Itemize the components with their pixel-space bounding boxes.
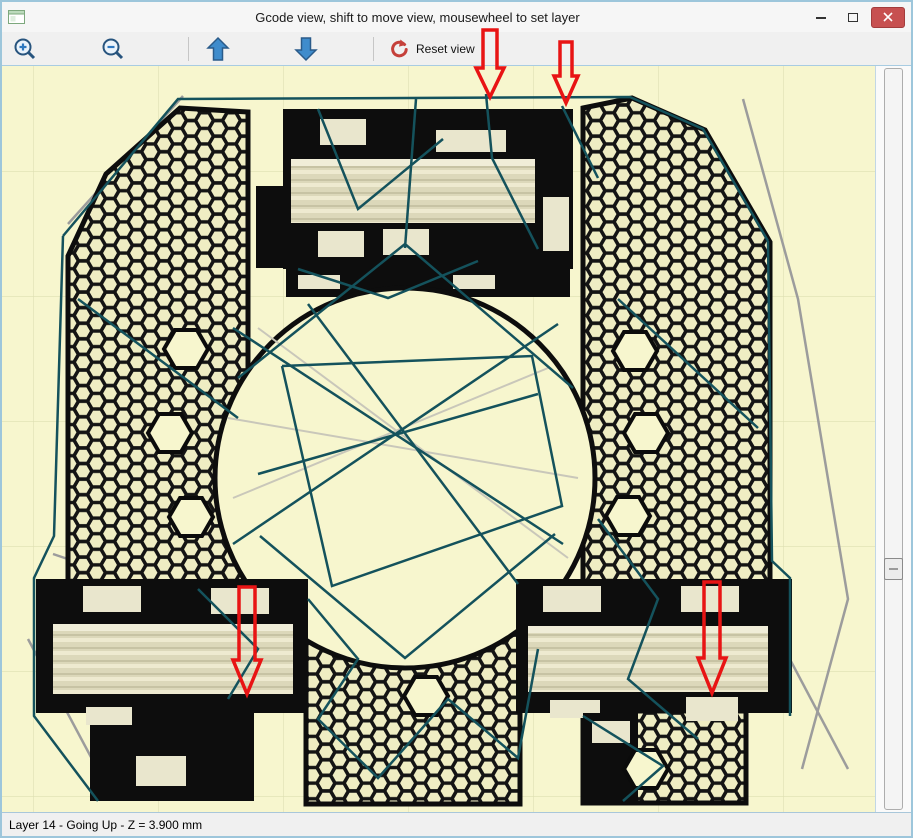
zoom-out-button[interactable] [100,35,126,63]
scrollbar-thumb[interactable] [884,558,903,580]
window-controls [807,7,905,28]
layer-scrollbar[interactable] [875,66,911,812]
close-button[interactable] [871,7,905,28]
arrow-down-icon [294,36,318,62]
layer-up-button[interactable] [206,35,230,63]
layer-down-button[interactable] [294,35,318,63]
arrow-up-icon [206,36,230,62]
reset-view-button[interactable]: Reset view [388,35,475,63]
gcode-viewer-window: Gcode view, shift to move view, mousewhe… [0,0,913,838]
reset-view-label: Reset view [416,42,475,56]
close-icon [883,12,893,22]
gcode-canvas[interactable] [2,66,875,812]
zoom-in-button[interactable] [12,35,38,63]
zoom-in-icon [12,36,38,62]
app-icon [8,9,28,25]
bottom-right-block [516,579,792,713]
toolbar-separator-2 [373,37,374,61]
toolbar-separator [188,37,189,61]
reset-view-icon [388,38,410,60]
bottom-left-block [36,579,308,713]
maximize-button[interactable] [839,7,867,27]
title-bar[interactable]: Gcode view, shift to move view, mousewhe… [2,2,911,32]
toolbar: Reset view [2,32,911,66]
main-area [2,66,911,812]
minimize-button[interactable] [807,7,835,27]
status-bar: Layer 14 - Going Up - Z = 3.900 mm [2,812,911,836]
maximize-icon [848,13,858,22]
status-text: Layer 14 - Going Up - Z = 3.900 mm [9,818,202,832]
scrollbar-track[interactable] [884,68,903,810]
window-title: Gcode view, shift to move view, mousewhe… [28,10,807,25]
minimize-icon [816,16,826,19]
zoom-out-icon [100,36,126,62]
